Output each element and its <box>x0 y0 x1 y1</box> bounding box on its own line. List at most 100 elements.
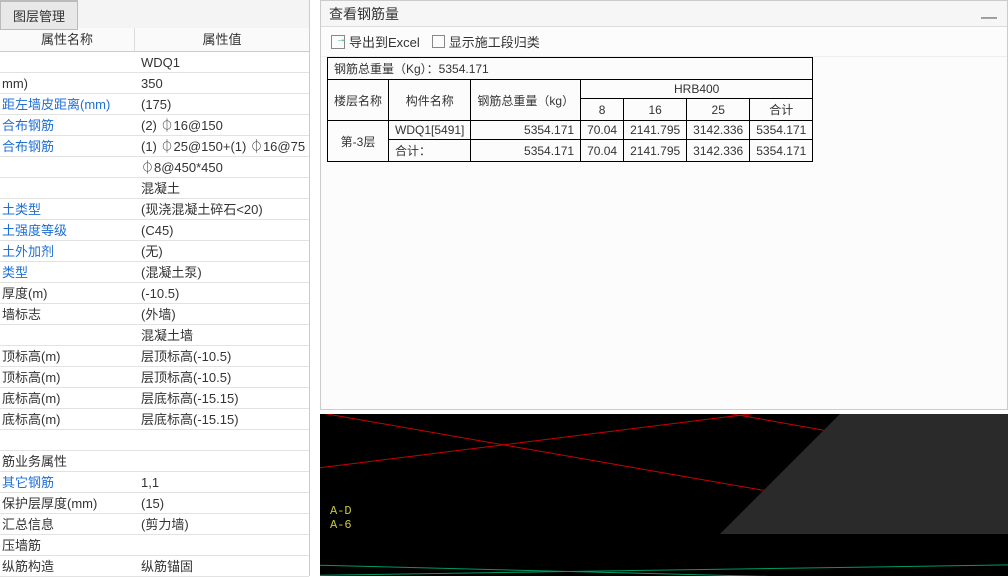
property-name: 厚度(m) <box>0 283 135 303</box>
property-value[interactable]: (C45) <box>135 220 309 240</box>
rebar-dialog: 查看钢筋量 — 导出到Excel 显示施工段归类 钢筋总重量（Kg）：5354.… <box>320 0 1008 410</box>
property-row[interactable]: 距左墙皮距离(mm)(175) <box>0 94 309 115</box>
property-value[interactable] <box>135 451 309 471</box>
property-row[interactable]: 底标高(m)层底标高(-15.15) <box>0 388 309 409</box>
property-row[interactable]: 合布钢筋(1) ⏀25@150+(1) ⏀16@75 <box>0 136 309 157</box>
property-name <box>0 178 135 198</box>
property-row[interactable]: 土外加剂(无) <box>0 241 309 262</box>
property-row[interactable]: 保护层厚度(mm)(15) <box>0 493 309 514</box>
cad-viewport[interactable]: A-D A-6 <box>320 414 1008 576</box>
th-group: HRB400 <box>581 80 813 99</box>
dialog-toolbar: 导出到Excel 显示施工段归类 <box>321 27 1007 57</box>
cad-drawing: A-D A-6 <box>320 414 1008 576</box>
property-name: 压墙筋 <box>0 535 135 555</box>
cell-16: 2141.795 <box>624 140 687 162</box>
property-row[interactable]: 压墙筋 <box>0 535 309 556</box>
property-name: 汇总信息 <box>0 514 135 534</box>
property-value[interactable] <box>135 535 309 555</box>
cell-8: 70.04 <box>581 121 624 140</box>
property-row[interactable]: ⏀8@450*450 <box>0 157 309 178</box>
property-row[interactable]: 底标高(m)层底标高(-15.15) <box>0 409 309 430</box>
property-value[interactable]: (无) <box>135 241 309 261</box>
property-name: 保护层厚度(mm) <box>0 493 135 513</box>
property-value[interactable]: ⏀8@450*450 <box>135 157 309 177</box>
property-row[interactable]: 混凝土墙 <box>0 325 309 346</box>
property-value[interactable]: 1,1 <box>135 472 309 492</box>
property-value[interactable]: (1) ⏀25@150+(1) ⏀16@75 <box>135 136 309 156</box>
property-value[interactable]: (2) ⏀16@150 <box>135 115 309 135</box>
property-row[interactable]: 土强度等级(C45) <box>0 220 309 241</box>
table-row[interactable]: 合计： 5354.171 70.04 2141.795 3142.336 535… <box>328 140 813 162</box>
show-stage-label: 显示施工段归类 <box>449 32 540 51</box>
property-row[interactable]: 混凝土 <box>0 178 309 199</box>
th-8: 8 <box>581 99 624 121</box>
property-name: 合布钢筋 <box>0 115 135 135</box>
cell-8: 70.04 <box>581 140 624 162</box>
checkbox-icon <box>432 35 445 48</box>
cell-sum: 5354.171 <box>750 121 813 140</box>
property-name: 土外加剂 <box>0 241 135 261</box>
property-header: 属性名称 属性值 <box>0 28 309 52</box>
property-value[interactable]: 层底标高(-15.15) <box>135 388 309 408</box>
table-row[interactable]: 第-3层 WDQ1[5491] 5354.171 70.04 2141.795 … <box>328 121 813 140</box>
property-row[interactable]: 顶标高(m)层顶标高(-10.5) <box>0 346 309 367</box>
property-row[interactable]: 筋业务属性 <box>0 451 309 472</box>
property-value[interactable]: 层顶标高(-10.5) <box>135 367 309 387</box>
result-table-wrap: 钢筋总重量（Kg）：5354.171 楼层名称 构件名称 钢筋总重量（kg） H… <box>327 57 1001 162</box>
property-row[interactable]: 类型(混凝土泵) <box>0 262 309 283</box>
property-value[interactable]: (外墙) <box>135 304 309 324</box>
property-value[interactable]: (175) <box>135 94 309 114</box>
property-row[interactable]: WDQ1 <box>0 52 309 73</box>
property-row[interactable]: 汇总信息(剪力墙) <box>0 514 309 535</box>
property-name: 顶标高(m) <box>0 367 135 387</box>
property-name: 顶标高(m) <box>0 346 135 366</box>
property-row[interactable]: 合布钢筋(2) ⏀16@150 <box>0 115 309 136</box>
property-name <box>0 157 135 177</box>
property-value[interactable]: (现浇混凝土碎石<20) <box>135 199 309 219</box>
minimize-icon[interactable]: — <box>981 5 997 31</box>
cell-tw: 5354.171 <box>471 121 581 140</box>
property-value[interactable]: 混凝土 <box>135 178 309 198</box>
property-row[interactable] <box>0 430 309 451</box>
property-name: 距左墙皮距离(mm) <box>0 94 135 114</box>
axis-label-ad: A-D <box>330 504 352 518</box>
export-icon <box>331 35 345 49</box>
property-value[interactable] <box>135 430 309 450</box>
property-value[interactable]: (混凝土泵) <box>135 262 309 282</box>
property-name: 墙标志 <box>0 304 135 324</box>
property-value[interactable]: 纵筋锚固 <box>135 556 309 576</box>
property-value[interactable]: 混凝土墙 <box>135 325 309 345</box>
property-value[interactable]: (-10.5) <box>135 283 309 303</box>
show-stage-check[interactable]: 显示施工段归类 <box>432 32 540 51</box>
property-value[interactable]: (剪力墙) <box>135 514 309 534</box>
property-row[interactable]: 顶标高(m)层顶标高(-10.5) <box>0 367 309 388</box>
property-row[interactable]: 土类型(现浇混凝土碎石<20) <box>0 199 309 220</box>
property-value[interactable]: (15) <box>135 493 309 513</box>
property-name: 底标高(m) <box>0 388 135 408</box>
property-name <box>0 430 135 450</box>
total-weight-cell: 钢筋总重量（Kg）：5354.171 <box>328 58 813 80</box>
property-value[interactable]: 层底标高(-15.15) <box>135 409 309 429</box>
export-label: 导出到Excel <box>349 32 420 51</box>
property-value[interactable]: 层顶标高(-10.5) <box>135 346 309 366</box>
export-excel-button[interactable]: 导出到Excel <box>331 32 420 51</box>
th-floor: 楼层名称 <box>328 80 389 121</box>
property-row[interactable]: 纵筋构造纵筋锚固 <box>0 556 309 577</box>
header-value: 属性值 <box>135 28 309 51</box>
tab-layer-manage[interactable]: 图层管理 <box>0 0 78 30</box>
property-row[interactable]: 厚度(m)(-10.5) <box>0 283 309 304</box>
th-component: 构件名称 <box>389 80 471 121</box>
property-row[interactable]: mm)350 <box>0 73 309 94</box>
cell-tw: 5354.171 <box>471 140 581 162</box>
property-name: mm) <box>0 73 135 93</box>
property-name: 底标高(m) <box>0 409 135 429</box>
th-16: 16 <box>624 99 687 121</box>
cell-floor: 第-3层 <box>328 121 389 162</box>
dialog-title: 查看钢筋量 <box>329 6 399 22</box>
property-value[interactable]: 350 <box>135 73 309 93</box>
property-row[interactable]: 墙标志(外墙) <box>0 304 309 325</box>
property-value[interactable]: WDQ1 <box>135 52 309 72</box>
property-row[interactable]: 其它钢筋1,1 <box>0 472 309 493</box>
result-table: 钢筋总重量（Kg）：5354.171 楼层名称 构件名称 钢筋总重量（kg） H… <box>327 57 813 162</box>
th-25: 25 <box>687 99 750 121</box>
